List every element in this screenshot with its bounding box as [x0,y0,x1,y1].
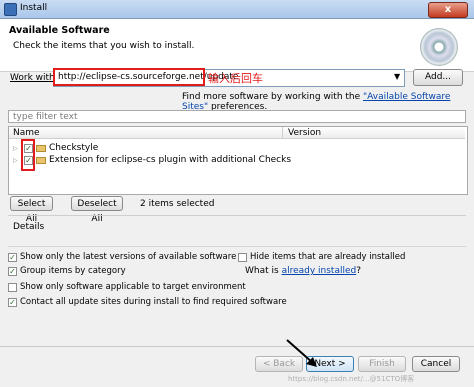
applicable-only-checkbox[interactable] [8,283,17,292]
column-divider [282,127,283,138]
footer-separator [0,346,474,347]
hide-installed-checkbox[interactable] [238,253,247,262]
expand-arrow-icon[interactable]: ▷ [13,145,18,152]
what-is-installed-text: What is already installed? [245,266,362,276]
add-site-button[interactable]: Add... [413,69,463,86]
window-title: Install [20,3,48,13]
category-folder-icon [36,145,46,152]
work-with-label: Work with: [10,73,58,83]
already-installed-link[interactable]: already installed [282,266,357,276]
details-label: Details [13,222,45,232]
category-folder-icon [36,157,46,164]
page-title: Available Software [9,25,110,36]
page-subtitle: Check the items that you wish to install… [13,41,195,51]
column-version[interactable]: Version [288,128,321,138]
tree-item-label: Checkstyle [49,143,99,153]
group-by-category-checkbox[interactable]: ✓ [8,267,17,276]
annotation-checkbox-highlight [21,139,35,171]
annotation-highlight-box [53,68,205,86]
watermark: https://blog.csdn.net/...@51CTO博客 [288,375,415,383]
filter-input[interactable]: type filter text [8,110,466,123]
finish-button[interactable]: Finish [358,356,406,372]
selection-count: 2 items selected [140,199,215,209]
chevron-down-icon[interactable]: ▼ [394,72,400,81]
tree-item-label: Extension for eclipse-cs plugin with add… [49,155,292,165]
eclipse-window-icon [4,3,17,16]
find-more-text: Find more software by working with the "… [182,92,451,112]
select-all-button[interactable]: Select All [10,196,53,224]
annotation-text: 输入后回车 [208,72,263,85]
expand-arrow-icon[interactable]: ▷ [13,157,18,164]
deselect-all-button[interactable]: Deselect All [71,196,123,224]
install-cd-icon [420,28,458,66]
cancel-button[interactable]: Cancel [412,356,460,372]
close-button[interactable]: x [428,2,468,18]
title-bar: Install x [0,0,474,19]
column-name[interactable]: Name [13,128,40,138]
details-area [8,233,466,247]
tree-column-header [9,127,465,139]
show-latest-checkbox[interactable]: ✓ [8,253,17,262]
annotation-arrow-icon [286,339,317,367]
divider [8,215,466,216]
contact-sites-checkbox[interactable]: ✓ [8,298,17,307]
